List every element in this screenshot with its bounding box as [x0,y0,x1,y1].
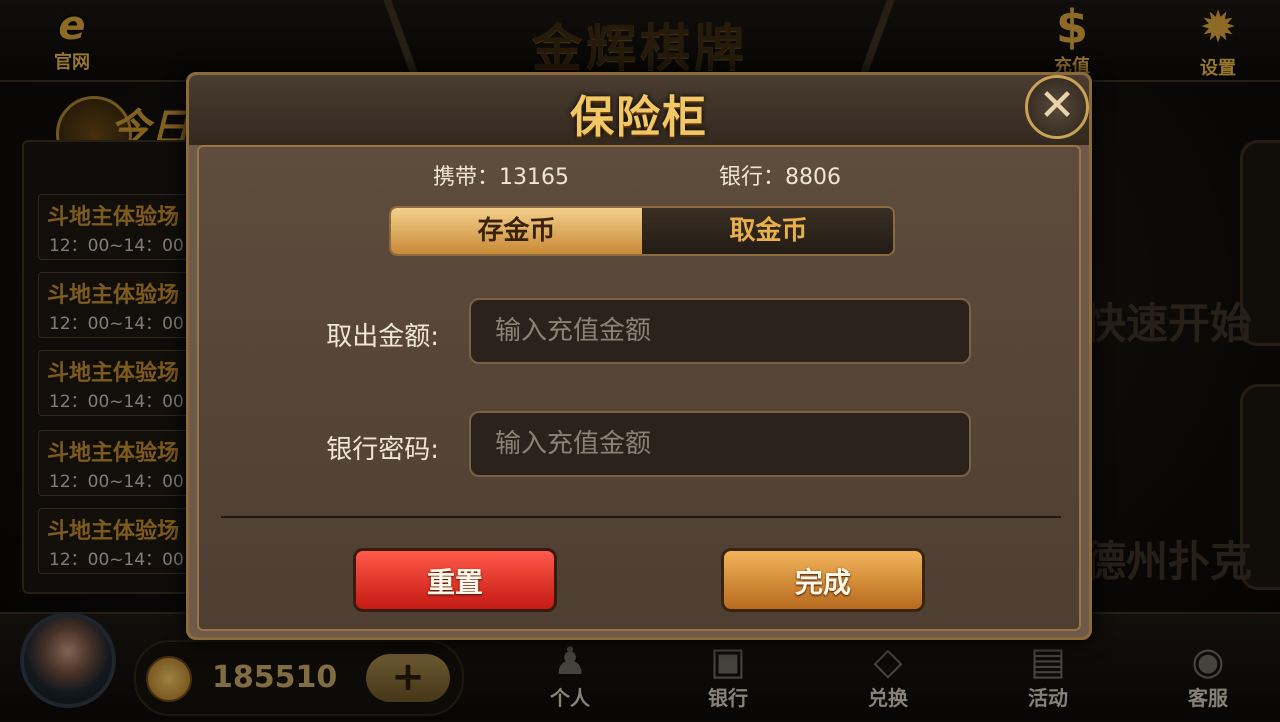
amount-label: 取出金额: [326,322,439,352]
amount-input[interactable] [469,298,971,364]
dialog-title: 保险柜 [570,92,708,143]
bank-amount: 银行：8806 [719,165,841,190]
dialog-header: 保险柜 [189,75,1089,145]
tab-withdraw[interactable]: 取金币 [643,208,893,254]
close-button[interactable]: ✕ [1025,75,1089,139]
close-icon: ✕ [1038,80,1076,131]
tab-deposit[interactable]: 存金币 [391,208,642,254]
reset-button[interactable]: 重置 [353,548,557,612]
carry-amount: 携带：13165 [433,165,569,190]
bank-password-label: 银行密码: [326,435,439,465]
safe-box-dialog: 保险柜 ✕ 携带：13165 银行：8806 存金币 取金币 取出金额: 银行密… [186,72,1092,640]
deposit-withdraw-tabs: 存金币 取金币 [389,206,895,256]
done-button[interactable]: 完成 [721,548,925,612]
divider [221,516,1061,518]
bank-password-input[interactable] [469,411,971,477]
